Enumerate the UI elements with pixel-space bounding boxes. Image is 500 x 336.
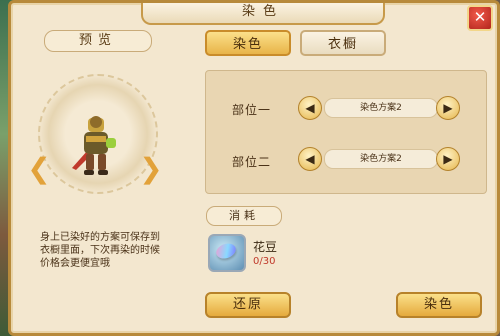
preview-label: 预览: [44, 30, 152, 52]
rotate-left-button[interactable]: ❮: [26, 154, 52, 184]
rotate-left-icon: ❮: [27, 152, 51, 185]
rotate-right-button[interactable]: ❯: [138, 154, 164, 184]
part-1-prev-button[interactable]: ◀: [298, 96, 322, 120]
part-2-scheme: 染色方案2: [324, 149, 438, 169]
part-2-next-button[interactable]: ▶: [436, 147, 460, 171]
reset-button[interactable]: 还原: [205, 292, 291, 318]
triangle-left-icon: ◀: [305, 152, 315, 166]
triangle-left-icon: ◀: [305, 101, 315, 115]
part-2-label: 部位二: [232, 155, 272, 169]
dye-parts-panel: 部位一 ◀ 染色方案2 ▶ 部位二 ◀ 染色方案2 ▶: [205, 70, 487, 194]
bean-gem-icon: [214, 241, 238, 261]
preview-pane: 预览 ❮ ❯ 身上已染好的方案可保存到衣橱里面，下次再染的时候价格会更便宜哦: [14, 22, 182, 328]
triangle-right-icon: ▶: [443, 152, 453, 166]
triangle-right-icon: ▶: [443, 101, 453, 115]
part-1-next-button[interactable]: ▶: [436, 96, 460, 120]
close-icon: ✕: [473, 8, 487, 26]
item-count: 0/30: [253, 256, 276, 267]
part-2-prev-button[interactable]: ◀: [298, 147, 322, 171]
part-1-scheme: 染色方案2: [324, 98, 438, 118]
consume-label: 消耗: [206, 206, 282, 226]
tab-dye[interactable]: 染色: [205, 30, 291, 56]
tab-wardrobe[interactable]: 衣橱: [300, 30, 386, 56]
rotate-right-icon: ❯: [139, 152, 163, 185]
close-button[interactable]: ✕: [467, 5, 493, 31]
character-model: [72, 116, 116, 175]
item-slot[interactable]: [208, 234, 246, 272]
wardrobe-tip: 身上已染好的方案可保存到衣橱里面，下次再染的时候价格会更便宜哦: [40, 232, 160, 269]
dye-button[interactable]: 染色: [396, 292, 482, 318]
part-1-label: 部位一: [232, 103, 272, 117]
item-name: 花豆: [253, 240, 278, 254]
